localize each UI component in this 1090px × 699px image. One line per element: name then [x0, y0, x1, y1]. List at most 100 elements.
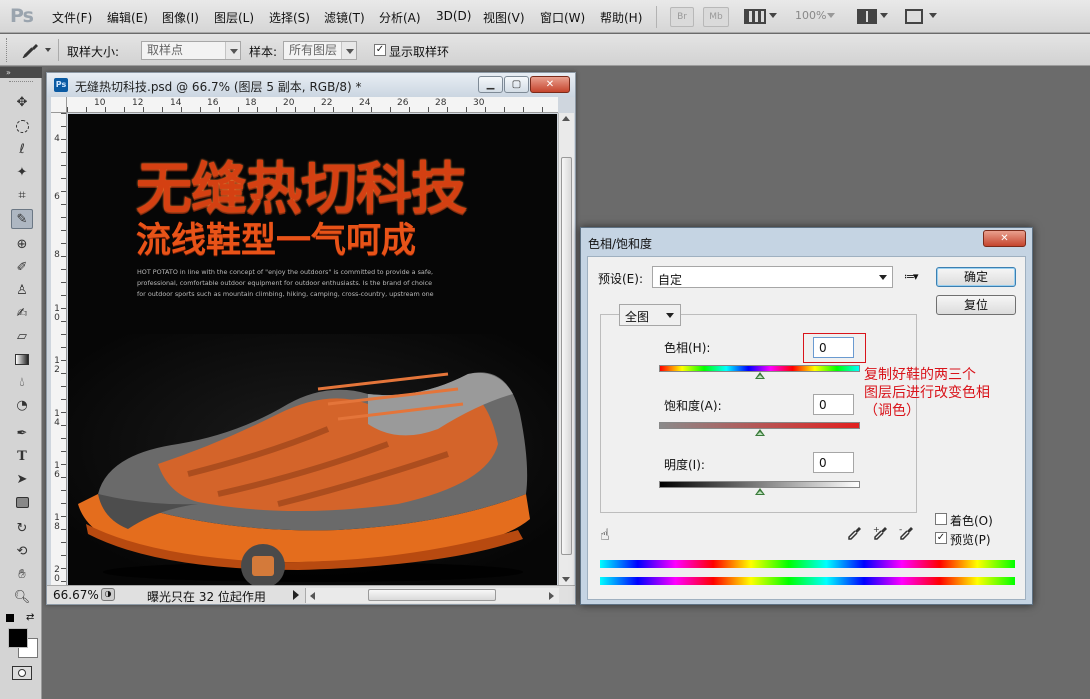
colorize-checkbox[interactable] — [935, 513, 947, 525]
menu-edit[interactable]: 编辑(E) — [107, 9, 148, 26]
vertical-scrollbar[interactable] — [558, 113, 574, 587]
hue-slider-track[interactable] — [659, 365, 860, 372]
tool-preset-chevron-icon[interactable] — [45, 48, 51, 52]
ruler-tick-label: 1 2 — [54, 356, 60, 375]
arrange-documents-icon[interactable] — [857, 9, 877, 24]
minimize-button[interactable]: ▁ — [478, 76, 503, 93]
eyedropper-icon[interactable] — [22, 42, 40, 58]
document-canvas[interactable]: 无缝热切科技 流线鞋型一气呵成 HOT POTATO in line with … — [68, 114, 557, 586]
preview-checkbox[interactable]: ✓ — [935, 532, 947, 544]
gradient-tool-icon[interactable] — [11, 350, 33, 370]
lasso-tool-icon[interactable]: ℓ — [11, 140, 33, 160]
move-tool-icon[interactable]: ✥ — [11, 93, 33, 113]
chevron-down-icon — [769, 13, 777, 18]
menu-window[interactable]: 窗口(W) — [540, 9, 585, 26]
hue-input[interactable]: 0 — [813, 337, 854, 358]
menu-file[interactable]: 文件(F) — [52, 9, 92, 26]
marquee-tool-icon[interactable] — [11, 117, 33, 137]
status-preview-icon[interactable]: ◑ — [101, 588, 115, 601]
pen-tool-icon[interactable]: ✒ — [11, 424, 33, 444]
output-color-bar — [600, 577, 1015, 585]
options-bar-grip[interactable] — [6, 38, 8, 62]
eraser-tool-icon[interactable]: ▱ — [11, 327, 33, 347]
saturation-slider-thumb[interactable] — [754, 429, 765, 436]
healing-brush-tool-icon[interactable]: ⊕ — [11, 235, 33, 255]
document-title-bar[interactable]: Ps 无缝热切科技.psd @ 66.7% (图层 5 副本, RGB/8) *… — [47, 73, 575, 97]
quick-mask-icon[interactable] — [12, 666, 32, 680]
menu-3d[interactable]: 3D(D) — [436, 9, 471, 23]
horizontal-scrollbar[interactable] — [305, 588, 559, 603]
ruler-origin[interactable] — [51, 97, 67, 113]
show-ring-checkbox[interactable]: ✓ — [374, 44, 386, 56]
hue-slider-thumb[interactable] — [754, 372, 765, 379]
dialog-title-bar[interactable]: 色相/饱和度 ✕ — [581, 228, 1032, 254]
menu-filter[interactable]: 滤镜(T) — [324, 9, 365, 26]
eyedropper-icon[interactable] — [847, 525, 863, 541]
preset-options-icon[interactable]: ≔▾ — [904, 270, 918, 283]
vertical-scroll-thumb[interactable] — [561, 157, 572, 555]
mini-bridge-button[interactable]: Mb — [703, 7, 729, 27]
clone-stamp-tool-icon[interactable]: ♙ — [11, 281, 33, 301]
sample-size-label: 取样大小: — [67, 45, 120, 59]
channel-select[interactable]: 全图 — [619, 304, 681, 326]
path-selection-tool-icon[interactable]: ➤ — [11, 470, 33, 490]
horizontal-scroll-thumb[interactable] — [368, 589, 496, 601]
tools-panel-collapse-icon[interactable]: » — [0, 67, 42, 78]
crop-tool-icon[interactable]: ⌗ — [11, 186, 33, 206]
zoom-tool-icon[interactable]: 🔍︎ — [11, 588, 33, 608]
status-menu-arrow-icon[interactable] — [293, 590, 299, 600]
lightness-slider-track[interactable] — [659, 481, 860, 488]
shoe-image — [68, 334, 557, 586]
preview-label: 预览(P) — [950, 533, 991, 547]
maximize-button[interactable]: ▢ — [504, 76, 529, 93]
eyedropper-minus-icon[interactable]: - — [899, 525, 915, 541]
quick-selection-tool-icon[interactable]: ✦ — [11, 163, 33, 183]
blur-tool-icon[interactable]: 💧︎ — [11, 373, 33, 393]
swap-colors-icon[interactable]: ⇄ — [26, 612, 34, 623]
close-button[interactable]: ✕ — [530, 76, 570, 93]
sample-select[interactable]: 所有图层 — [283, 41, 357, 60]
shape-tool-icon[interactable] — [11, 493, 33, 513]
dodge-tool-icon[interactable]: ◔ — [11, 396, 33, 416]
3d-orbit-tool-icon[interactable]: ⟲ — [11, 542, 33, 562]
view-extras-icon[interactable] — [744, 9, 766, 24]
ruler-tick-label: 2 0 — [54, 565, 60, 584]
brush-tool-icon[interactable]: ✐ — [11, 258, 33, 278]
menu-image[interactable]: 图像(I) — [162, 9, 199, 26]
default-colors-icon[interactable] — [6, 614, 14, 622]
scroll-left-icon[interactable] — [310, 592, 315, 600]
menu-help[interactable]: 帮助(H) — [600, 9, 642, 26]
scroll-down-icon[interactable] — [562, 577, 570, 582]
eyedropper-plus-icon[interactable]: + — [873, 525, 889, 541]
target-adjustment-hand-icon[interactable]: ☝︎ — [600, 525, 610, 544]
ok-button[interactable]: 确定 — [936, 267, 1016, 287]
saturation-slider-track[interactable] — [659, 422, 860, 429]
eyedropper-tool-icon[interactable]: ✎ — [11, 209, 33, 229]
screen-mode-icon[interactable] — [905, 9, 923, 24]
zoom-percentage-field[interactable]: 66.67% — [53, 588, 99, 602]
sample-size-select[interactable]: 取样点 — [141, 41, 241, 60]
type-tool-icon[interactable]: T — [11, 447, 33, 467]
3d-rotate-tool-icon[interactable]: ↻ — [11, 519, 33, 539]
menu-select[interactable]: 选择(S) — [269, 9, 310, 26]
zoom-level[interactable]: 100% — [795, 9, 826, 22]
tools-grip[interactable] — [9, 81, 33, 83]
menu-analysis[interactable]: 分析(A) — [379, 9, 421, 26]
lightness-slider-thumb[interactable] — [754, 488, 765, 495]
foreground-color-swatch[interactable] — [8, 628, 28, 648]
sample-value: 所有图层 — [289, 43, 338, 57]
dialog-close-button[interactable]: ✕ — [983, 230, 1026, 247]
lightness-input[interactable]: 0 — [813, 452, 854, 473]
ruler-ticks — [61, 113, 66, 587]
history-brush-tool-icon[interactable]: ✍ — [11, 304, 33, 324]
menu-layer[interactable]: 图层(L) — [214, 9, 254, 26]
saturation-input[interactable]: 0 — [813, 394, 854, 415]
preset-select[interactable]: 自定 — [652, 266, 893, 288]
scroll-up-icon[interactable] — [562, 116, 570, 121]
hand-tool-icon[interactable]: ✋︎ — [11, 565, 33, 585]
menu-view[interactable]: 视图(V) — [483, 9, 525, 26]
colorize-label: 着色(O) — [950, 514, 993, 528]
bridge-button[interactable]: Br — [670, 7, 694, 27]
reset-button[interactable]: 复位 — [936, 295, 1016, 315]
scroll-right-icon[interactable] — [549, 592, 554, 600]
